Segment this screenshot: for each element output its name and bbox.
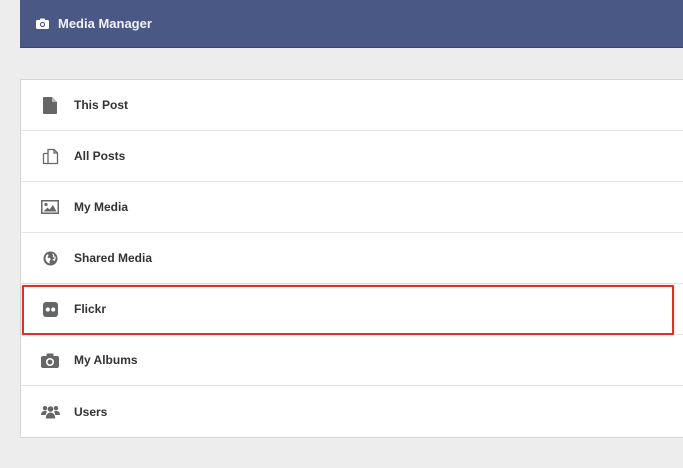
media-manager-header: Media Manager bbox=[20, 0, 683, 48]
camera-icon bbox=[34, 16, 50, 32]
image-icon bbox=[39, 196, 61, 218]
source-item-my-albums[interactable]: My Albums bbox=[21, 335, 683, 386]
file-icon bbox=[39, 94, 61, 116]
source-item-label: My Media bbox=[74, 200, 129, 214]
source-item-label: This Post bbox=[74, 98, 129, 112]
media-source-list: This Post All Posts My Media Shared Medi… bbox=[20, 79, 683, 438]
source-item-shared-media[interactable]: Shared Media bbox=[21, 233, 683, 284]
source-item-all-posts[interactable]: All Posts bbox=[21, 131, 683, 182]
globe-icon bbox=[39, 247, 61, 269]
source-item-users[interactable]: Users bbox=[21, 386, 683, 437]
source-item-label: My Albums bbox=[74, 353, 138, 367]
source-item-flickr[interactable]: Flickr bbox=[21, 284, 683, 335]
source-item-label: All Posts bbox=[74, 149, 126, 163]
source-item-label: Users bbox=[74, 404, 108, 419]
source-item-my-media[interactable]: My Media bbox=[21, 182, 683, 233]
copy-icon bbox=[39, 145, 61, 167]
source-item-this-post[interactable]: This Post bbox=[21, 80, 683, 131]
users-icon bbox=[39, 401, 61, 423]
camera-icon bbox=[39, 349, 61, 371]
flickr-icon bbox=[39, 298, 61, 320]
page-title: Media Manager bbox=[58, 16, 152, 31]
source-item-label: Flickr bbox=[74, 302, 107, 316]
source-item-label: Shared Media bbox=[74, 251, 153, 265]
